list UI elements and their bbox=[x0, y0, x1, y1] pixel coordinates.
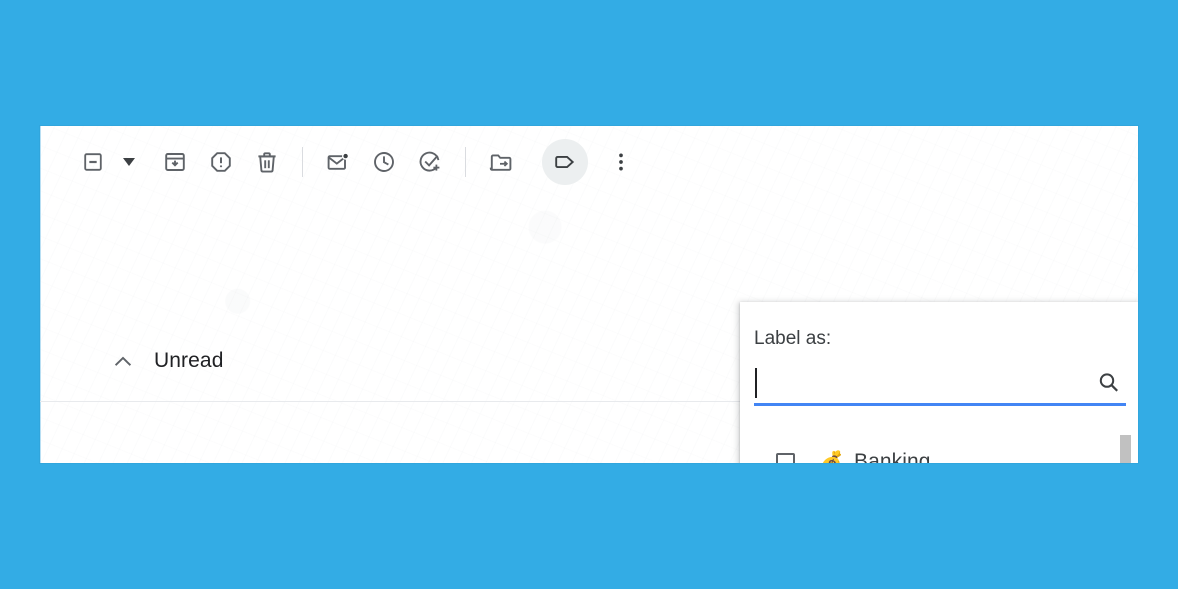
label-search-field[interactable] bbox=[754, 366, 1126, 406]
label-option-banking[interactable]: 💰 Banking bbox=[740, 437, 1138, 463]
label-as-title: Label as: bbox=[754, 328, 832, 349]
text-cursor bbox=[755, 368, 757, 398]
label-options-list: 💰 Banking 📰 Newsletters 🛍️ Online orders bbox=[740, 437, 1138, 463]
label-option-text: Banking bbox=[854, 450, 931, 463]
label-search-input[interactable] bbox=[754, 367, 1084, 402]
label-as-dropdown: Label as: 💰 Banking bbox=[740, 302, 1138, 463]
section-label-unread: Unread bbox=[154, 349, 224, 372]
archive-button[interactable] bbox=[152, 139, 198, 185]
toolbar-divider-2 bbox=[465, 147, 466, 177]
select-all-checkbox[interactable] bbox=[70, 139, 116, 185]
mail-window: Unread Everything else all th Label as: bbox=[40, 126, 1138, 463]
toolbar-divider-1 bbox=[302, 147, 303, 177]
delete-button[interactable] bbox=[244, 139, 290, 185]
search-icon[interactable] bbox=[1096, 370, 1122, 396]
more-options-button[interactable] bbox=[598, 139, 644, 185]
select-all-dropdown-caret[interactable] bbox=[116, 140, 142, 184]
labels-button[interactable] bbox=[542, 139, 588, 185]
move-to-button[interactable] bbox=[478, 139, 524, 185]
mark-as-unread-button[interactable] bbox=[315, 139, 361, 185]
checkbox[interactable] bbox=[776, 452, 795, 463]
money-bag-emoji: 💰 bbox=[819, 450, 846, 464]
mail-toolbar bbox=[40, 126, 1138, 198]
add-to-tasks-button[interactable] bbox=[407, 139, 453, 185]
report-spam-button[interactable] bbox=[198, 139, 244, 185]
snooze-button[interactable] bbox=[361, 139, 407, 185]
screen: Unread Everything else all th Label as: bbox=[0, 0, 1178, 589]
menu-scrollbar[interactable] bbox=[1120, 435, 1131, 463]
chevron-up-icon bbox=[112, 350, 134, 372]
